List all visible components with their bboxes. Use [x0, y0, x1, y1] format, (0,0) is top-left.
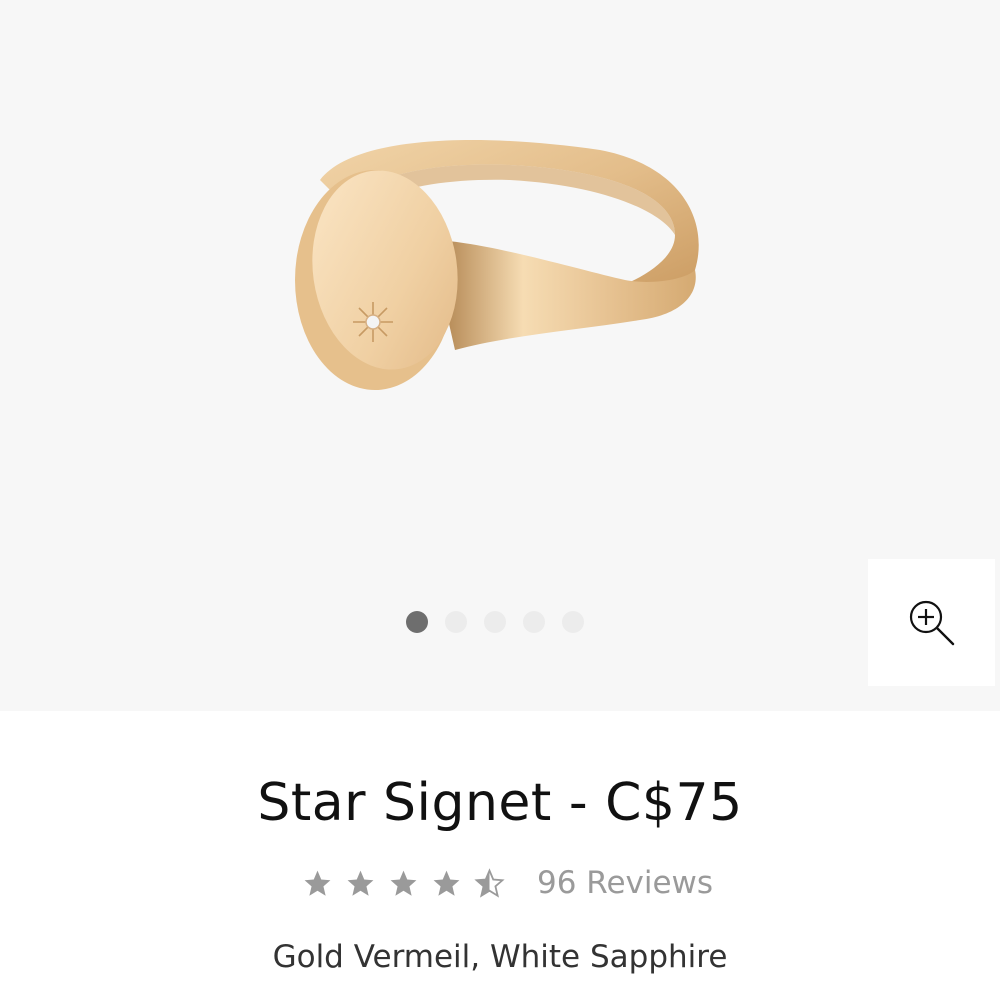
star-half-icon: [474, 867, 505, 898]
star-full-icon: [433, 870, 460, 896]
zoom-in-icon: [909, 600, 954, 645]
slide-dot-4[interactable]: [523, 611, 545, 633]
slide-dot-5[interactable]: [562, 611, 584, 633]
product-info: Star Signet - C$75 96 Reviews Gold Verme…: [0, 711, 1000, 999]
product-image: [295, 140, 699, 390]
rating-row[interactable]: 96 Reviews: [302, 865, 713, 901]
reviews-link[interactable]: 96 Reviews: [537, 865, 713, 901]
slide-dot-3[interactable]: [484, 611, 506, 633]
star-rating: [302, 867, 505, 899]
slide-dot-1[interactable]: [406, 611, 428, 633]
product-title: Star Signet - C$75: [257, 773, 743, 833]
slide-indicator: [406, 611, 584, 633]
star-full-icon: [304, 870, 331, 896]
product-image-gallery[interactable]: [0, 0, 1000, 711]
star-full-icon: [347, 870, 374, 896]
zoom-button[interactable]: [868, 559, 995, 686]
product-material: Gold Vermeil, White Sapphire: [272, 939, 728, 975]
slide-dot-2[interactable]: [445, 611, 467, 633]
star-full-icon: [390, 870, 417, 896]
